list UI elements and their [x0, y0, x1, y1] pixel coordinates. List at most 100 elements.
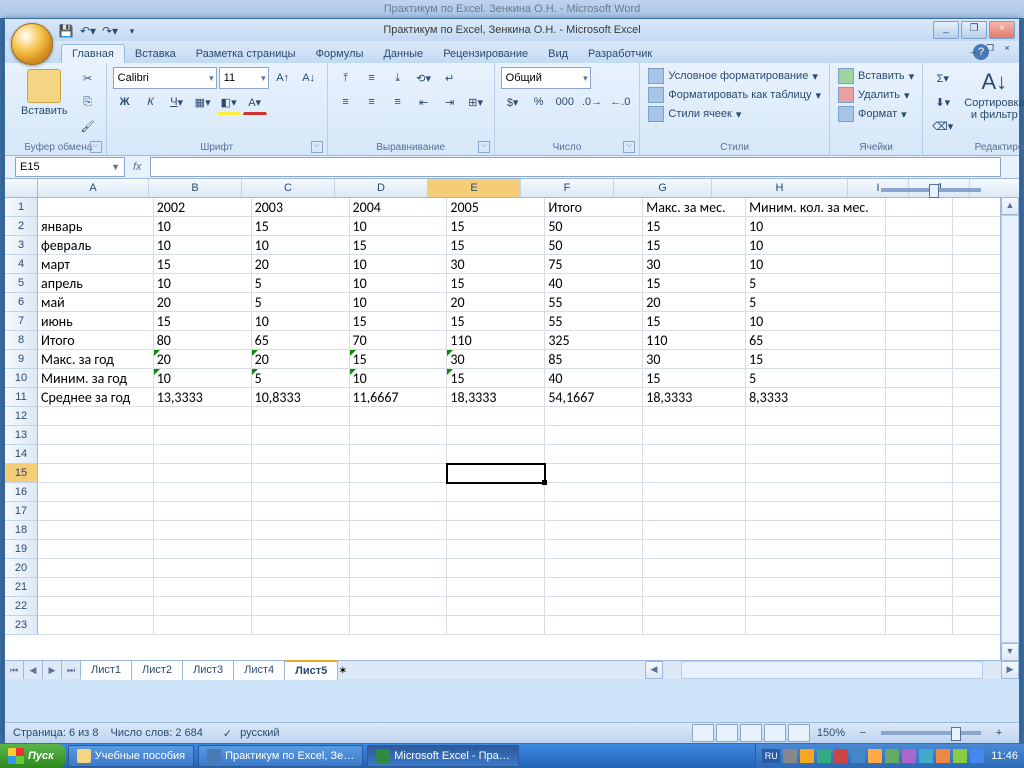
doc-minimize-button[interactable]: _ — [965, 42, 981, 56]
scroll-up-icon[interactable]: ▲ — [1001, 197, 1019, 215]
cell[interactable]: 8,3333 — [746, 388, 886, 407]
underline-button[interactable]: Ч▾ — [165, 91, 189, 113]
cell[interactable] — [545, 426, 643, 445]
cell[interactable]: 20 — [643, 293, 746, 312]
cell[interactable] — [886, 616, 952, 635]
number-dialog-icon[interactable]: ⌵ — [623, 141, 635, 153]
cell[interactable] — [252, 445, 350, 464]
cell[interactable] — [38, 198, 154, 217]
sheet-tab[interactable]: Лист2 — [132, 660, 183, 680]
cell[interactable] — [886, 255, 952, 274]
cell[interactable] — [746, 502, 886, 521]
cell[interactable] — [38, 426, 154, 445]
bold-button[interactable]: Ж — [113, 91, 137, 113]
cell[interactable]: 15 — [350, 350, 448, 369]
cell[interactable]: 10 — [154, 274, 252, 293]
tray-icon-11[interactable] — [953, 749, 967, 763]
column-header[interactable]: G — [614, 179, 712, 197]
cell[interactable] — [545, 540, 643, 559]
autosum-icon[interactable]: Σ▾ — [929, 67, 956, 89]
tab-developer[interactable]: Разработчик — [578, 45, 662, 63]
cell[interactable]: 2005 — [447, 198, 545, 217]
cell[interactable]: 55 — [545, 312, 643, 331]
cell[interactable]: 15 — [350, 236, 448, 255]
currency-icon[interactable]: $▾ — [501, 91, 525, 113]
cell[interactable]: 2002 — [154, 198, 252, 217]
cell[interactable]: Макс. за год — [38, 350, 154, 369]
cell[interactable] — [447, 559, 545, 578]
cell[interactable] — [154, 540, 252, 559]
cell[interactable]: 10 — [350, 369, 448, 388]
cell[interactable] — [154, 407, 252, 426]
percent-icon[interactable]: % — [527, 91, 551, 113]
cell[interactable] — [447, 483, 545, 502]
align-left-icon[interactable]: ≡ — [334, 91, 358, 113]
cell[interactable]: 15 — [643, 236, 746, 255]
cell[interactable] — [886, 540, 952, 559]
cell[interactable] — [886, 521, 952, 540]
align-right-icon[interactable]: ≡ — [386, 91, 410, 113]
qat-customize-icon[interactable]: ▾ — [123, 22, 141, 40]
cell[interactable] — [38, 483, 154, 502]
cell[interactable] — [154, 616, 252, 635]
cell[interactable] — [252, 521, 350, 540]
cell[interactable] — [886, 407, 952, 426]
cell[interactable]: 10,8333 — [252, 388, 350, 407]
row-header[interactable]: 4 — [5, 255, 38, 274]
cell[interactable]: 15 — [643, 274, 746, 293]
increase-decimal-icon[interactable]: .0→ — [579, 91, 605, 113]
merge-center-icon[interactable]: ⊞▾ — [464, 91, 488, 113]
paste-button[interactable]: Вставить — [17, 67, 72, 119]
cell[interactable] — [643, 578, 746, 597]
cell[interactable] — [643, 407, 746, 426]
row-header[interactable]: 20 — [5, 559, 38, 578]
cell[interactable]: 15 — [643, 369, 746, 388]
cell[interactable]: 54,1667 — [545, 388, 643, 407]
cell[interactable]: май — [38, 293, 154, 312]
cell[interactable] — [643, 502, 746, 521]
cell[interactable] — [252, 426, 350, 445]
font-dialog-icon[interactable]: ⌵ — [311, 141, 323, 153]
cell[interactable]: 10 — [350, 217, 448, 236]
sheet-tab[interactable]: Лист5 — [285, 660, 338, 680]
cell[interactable] — [252, 578, 350, 597]
cell[interactable]: 15 — [154, 312, 252, 331]
cell[interactable] — [38, 521, 154, 540]
cell[interactable] — [447, 578, 545, 597]
cell[interactable] — [886, 464, 952, 483]
cell[interactable] — [38, 616, 154, 635]
cell[interactable] — [746, 483, 886, 502]
cell[interactable]: 10 — [350, 293, 448, 312]
cell[interactable] — [350, 426, 448, 445]
cell[interactable] — [886, 597, 952, 616]
cell[interactable] — [447, 597, 545, 616]
column-header[interactable]: F — [521, 179, 614, 197]
row-header[interactable]: 6 — [5, 293, 38, 312]
word-view1-icon[interactable] — [692, 724, 714, 742]
row-header[interactable]: 5 — [5, 274, 38, 293]
cell[interactable] — [746, 407, 886, 426]
row-header[interactable]: 19 — [5, 540, 38, 559]
cell[interactable] — [252, 597, 350, 616]
cell[interactable] — [38, 464, 154, 483]
cell[interactable]: 15 — [447, 312, 545, 331]
row-header[interactable]: 23 — [5, 616, 38, 635]
delete-cells-button[interactable]: Удалить ▾ — [836, 86, 912, 104]
cell-styles-button[interactable]: Стили ячеек ▾ — [646, 105, 743, 123]
format-cells-button[interactable]: Формат ▾ — [836, 105, 909, 123]
cell[interactable] — [38, 540, 154, 559]
sheet-tab[interactable]: Лист3 — [183, 660, 234, 680]
cell[interactable] — [350, 559, 448, 578]
cell[interactable] — [746, 426, 886, 445]
row-header[interactable]: 13 — [5, 426, 38, 445]
cell[interactable] — [38, 578, 154, 597]
cell[interactable] — [746, 559, 886, 578]
tray-icon-6[interactable] — [868, 749, 882, 763]
cell[interactable]: 10 — [154, 236, 252, 255]
cell[interactable]: 20 — [252, 255, 350, 274]
cell[interactable] — [886, 293, 952, 312]
sheet-tab[interactable]: Лист1 — [81, 660, 132, 680]
tray-icon-5[interactable] — [851, 749, 865, 763]
cell[interactable] — [350, 540, 448, 559]
cell[interactable] — [643, 483, 746, 502]
